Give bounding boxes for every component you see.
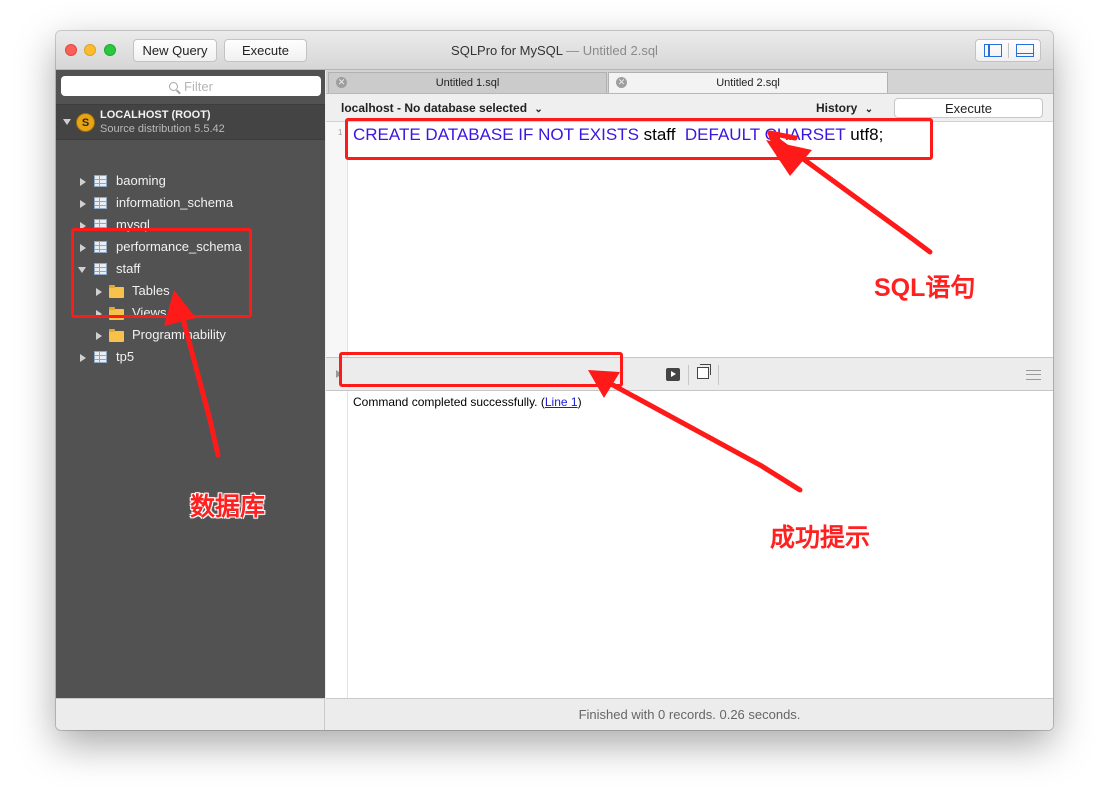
- arrow-head-sql: [766, 140, 812, 176]
- arrow-to-database: [175, 297, 221, 458]
- database-annotation-label: 数据库: [190, 493, 266, 521]
- arrow-head-database: [164, 290, 196, 326]
- arrow-to-message: [597, 375, 803, 493]
- success-annotation-label: 成功提示: [770, 524, 871, 552]
- annotation-arrows: [164, 130, 933, 493]
- sql-annotation-label: SQL语句: [874, 274, 976, 302]
